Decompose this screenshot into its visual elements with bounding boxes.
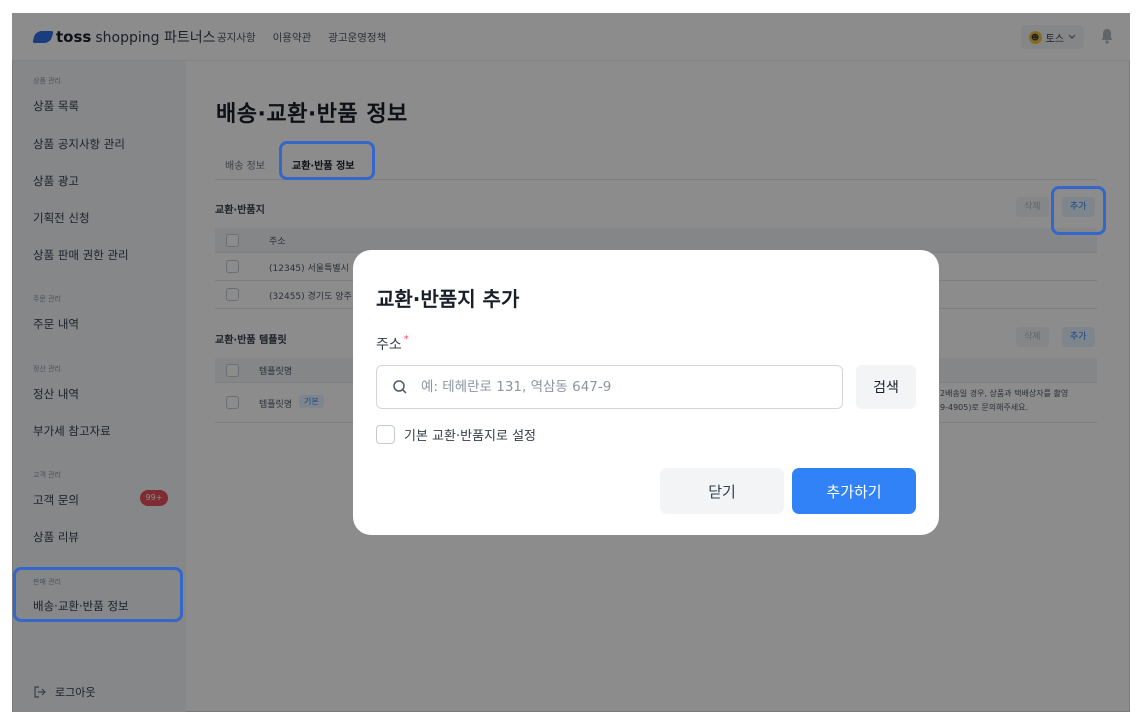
address-label-text: 주소 [376,337,402,353]
highlight-return-tab [279,141,375,180]
default-address-label: 기본 교환·반품지로 설정 [404,429,536,444]
submit-add-button[interactable]: 추가하기 [792,468,916,514]
close-button[interactable]: 닫기 [660,468,784,514]
required-mark: * [403,334,409,345]
highlight-sidebar-item [13,567,183,622]
modal-title: 교환·반품지 추가 [376,287,520,311]
address-field-label: 주소 * [376,334,409,354]
default-address-checkbox[interactable] [376,425,395,444]
search-icon [393,380,407,394]
add-address-modal: 교환·반품지 추가 주소* 검색 기본 교환·반품지로 설정 닫기 추가하기 [353,250,939,535]
address-search-box[interactable] [376,365,843,409]
default-address-option[interactable]: 기본 교환·반품지로 설정 [376,425,536,444]
highlight-add-button [1051,186,1106,235]
address-search-input[interactable] [421,366,831,408]
search-button[interactable]: 검색 [856,365,916,409]
